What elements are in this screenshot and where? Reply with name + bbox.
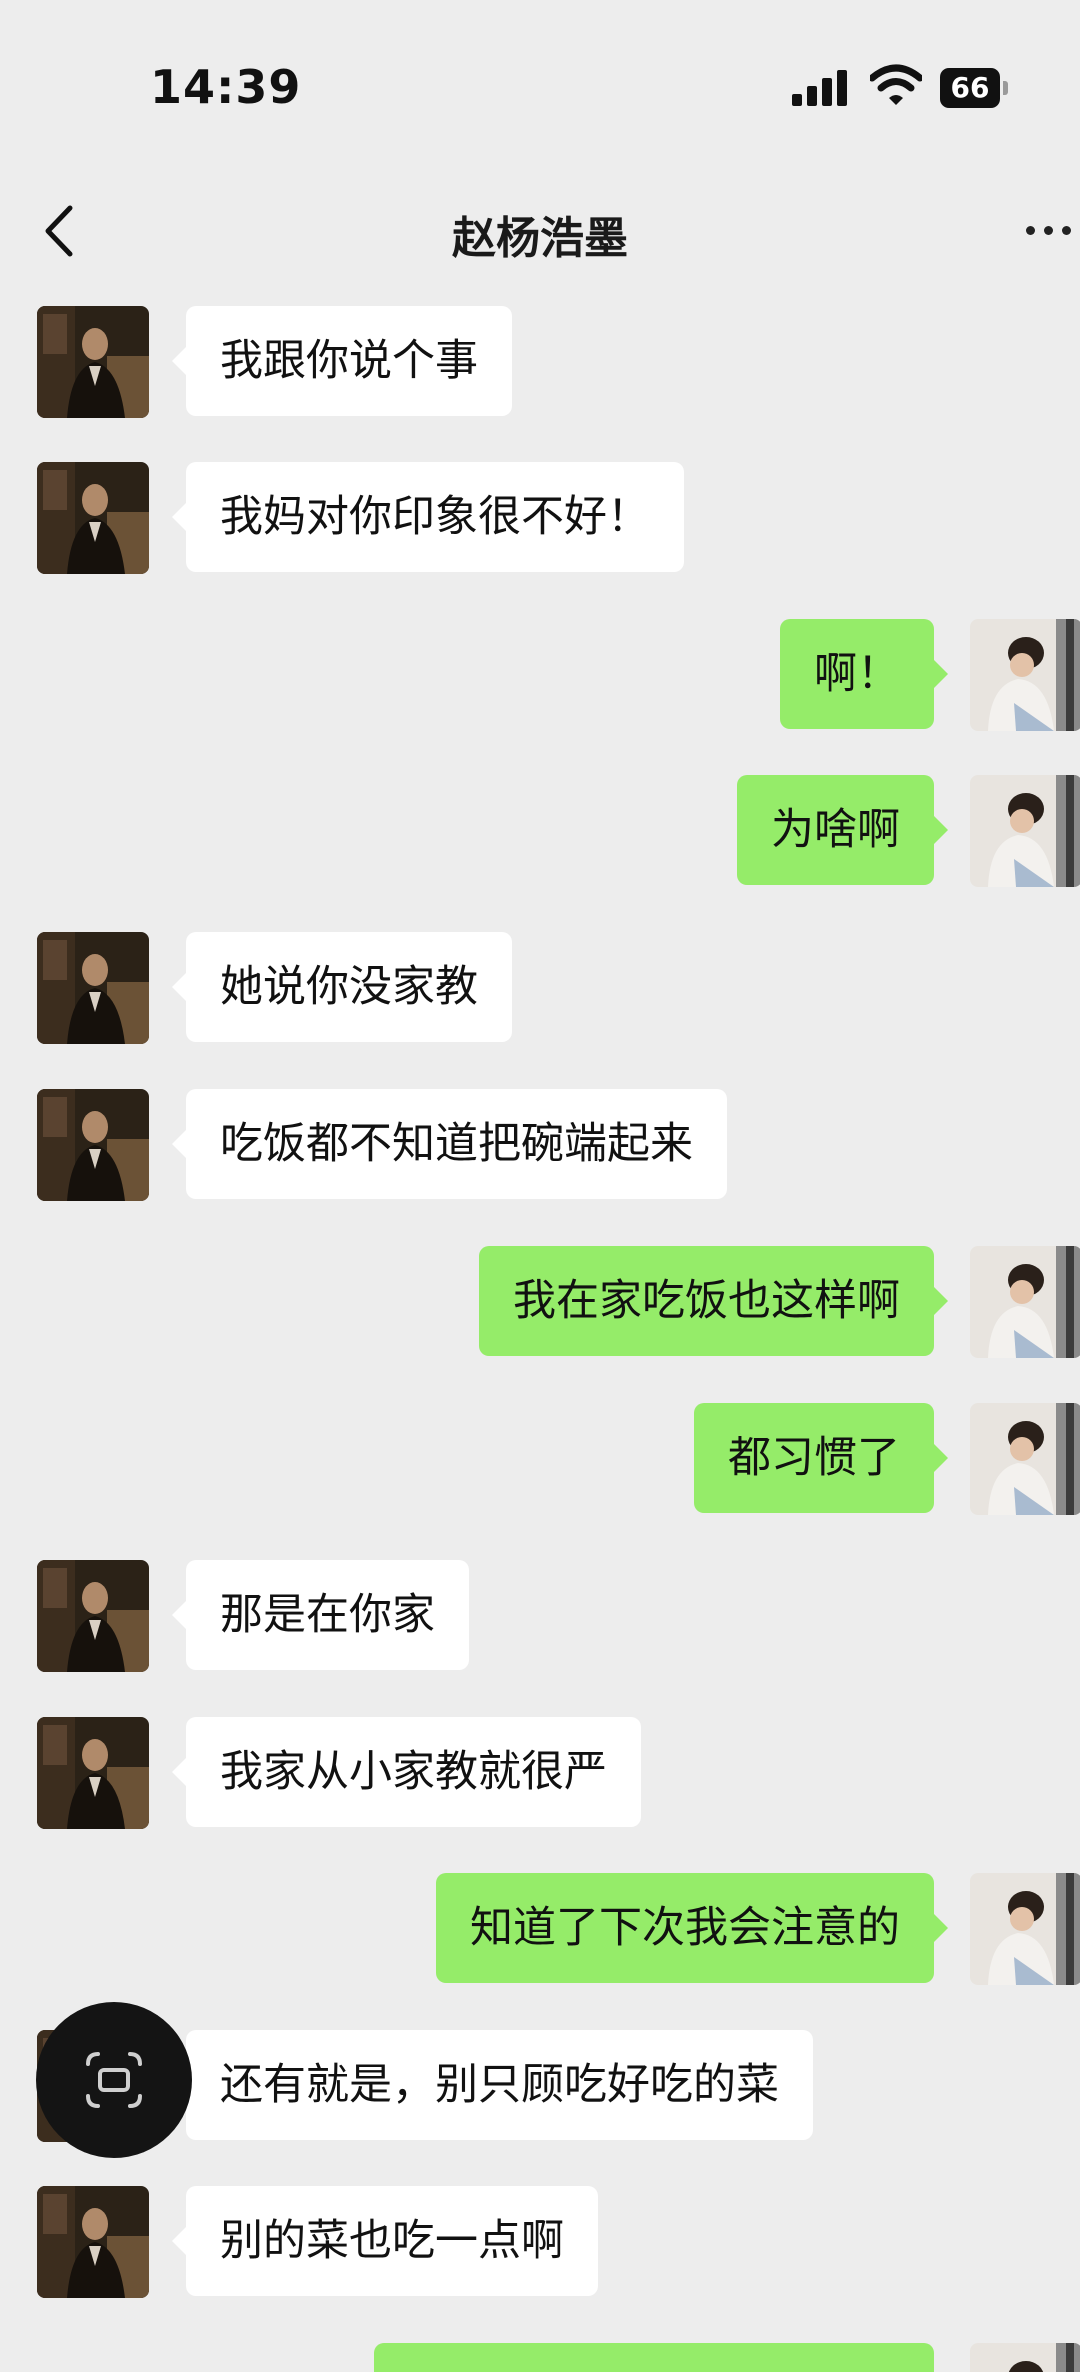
contact-avatar[interactable] [37,1560,149,1672]
contact-avatar[interactable] [37,462,149,574]
message-bubble[interactable] [374,2343,934,2372]
user-avatar[interactable] [970,1403,1080,1515]
contact-avatar[interactable] [37,1717,149,1829]
floating-window-icon [86,2052,142,2108]
contact-avatar[interactable] [37,1089,149,1201]
message-bubble[interactable]: 那是在你家 [172,1560,469,1670]
message-bubble[interactable]: 别的菜也吃一点啊 [172,2186,598,2296]
message-bubble[interactable]: 她说你没家教 [172,932,512,1042]
message-bubble[interactable]: 吃饭都不知道把碗端起来 [172,1089,727,1199]
message-bubble[interactable]: 我妈对你印象很不好！ [172,462,684,572]
message-bubble[interactable]: 知道了下次我会注意的 [436,1873,948,1983]
message-bubble[interactable]: 都习惯了 [694,1403,948,1513]
user-avatar[interactable] [970,1873,1080,1985]
contact-avatar[interactable] [37,2186,149,2298]
user-avatar[interactable] [970,1246,1080,1358]
message-list: 我跟你说个事 我妈对你印象很不好！ 啊！ 为啥啊 她说你没家教 吃饭都不知道把碗… [0,0,1080,2372]
message-bubble[interactable]: 我家从小家教就很严 [172,1717,641,1827]
message-bubble[interactable]: 为啥啊 [737,775,948,885]
message-bubble[interactable]: 我跟你说个事 [172,306,512,416]
floating-window-button[interactable] [36,2002,192,2158]
contact-avatar[interactable] [37,932,149,1044]
message-bubble[interactable]: 啊！ [780,619,948,729]
message-bubble[interactable]: 我在家吃饭也这样啊 [479,1246,948,1356]
user-avatar[interactable] [970,2343,1080,2372]
contact-avatar[interactable] [37,306,149,418]
user-avatar[interactable] [970,619,1080,731]
chat-screen: 14:39 66 赵杨浩墨 我跟你说个事 我妈对你印象很不好！ 啊！ 为啥啊 她… [0,0,1080,2372]
user-avatar[interactable] [970,775,1080,887]
message-bubble[interactable]: 还有就是，别只顾吃好吃的菜 [172,2030,813,2140]
